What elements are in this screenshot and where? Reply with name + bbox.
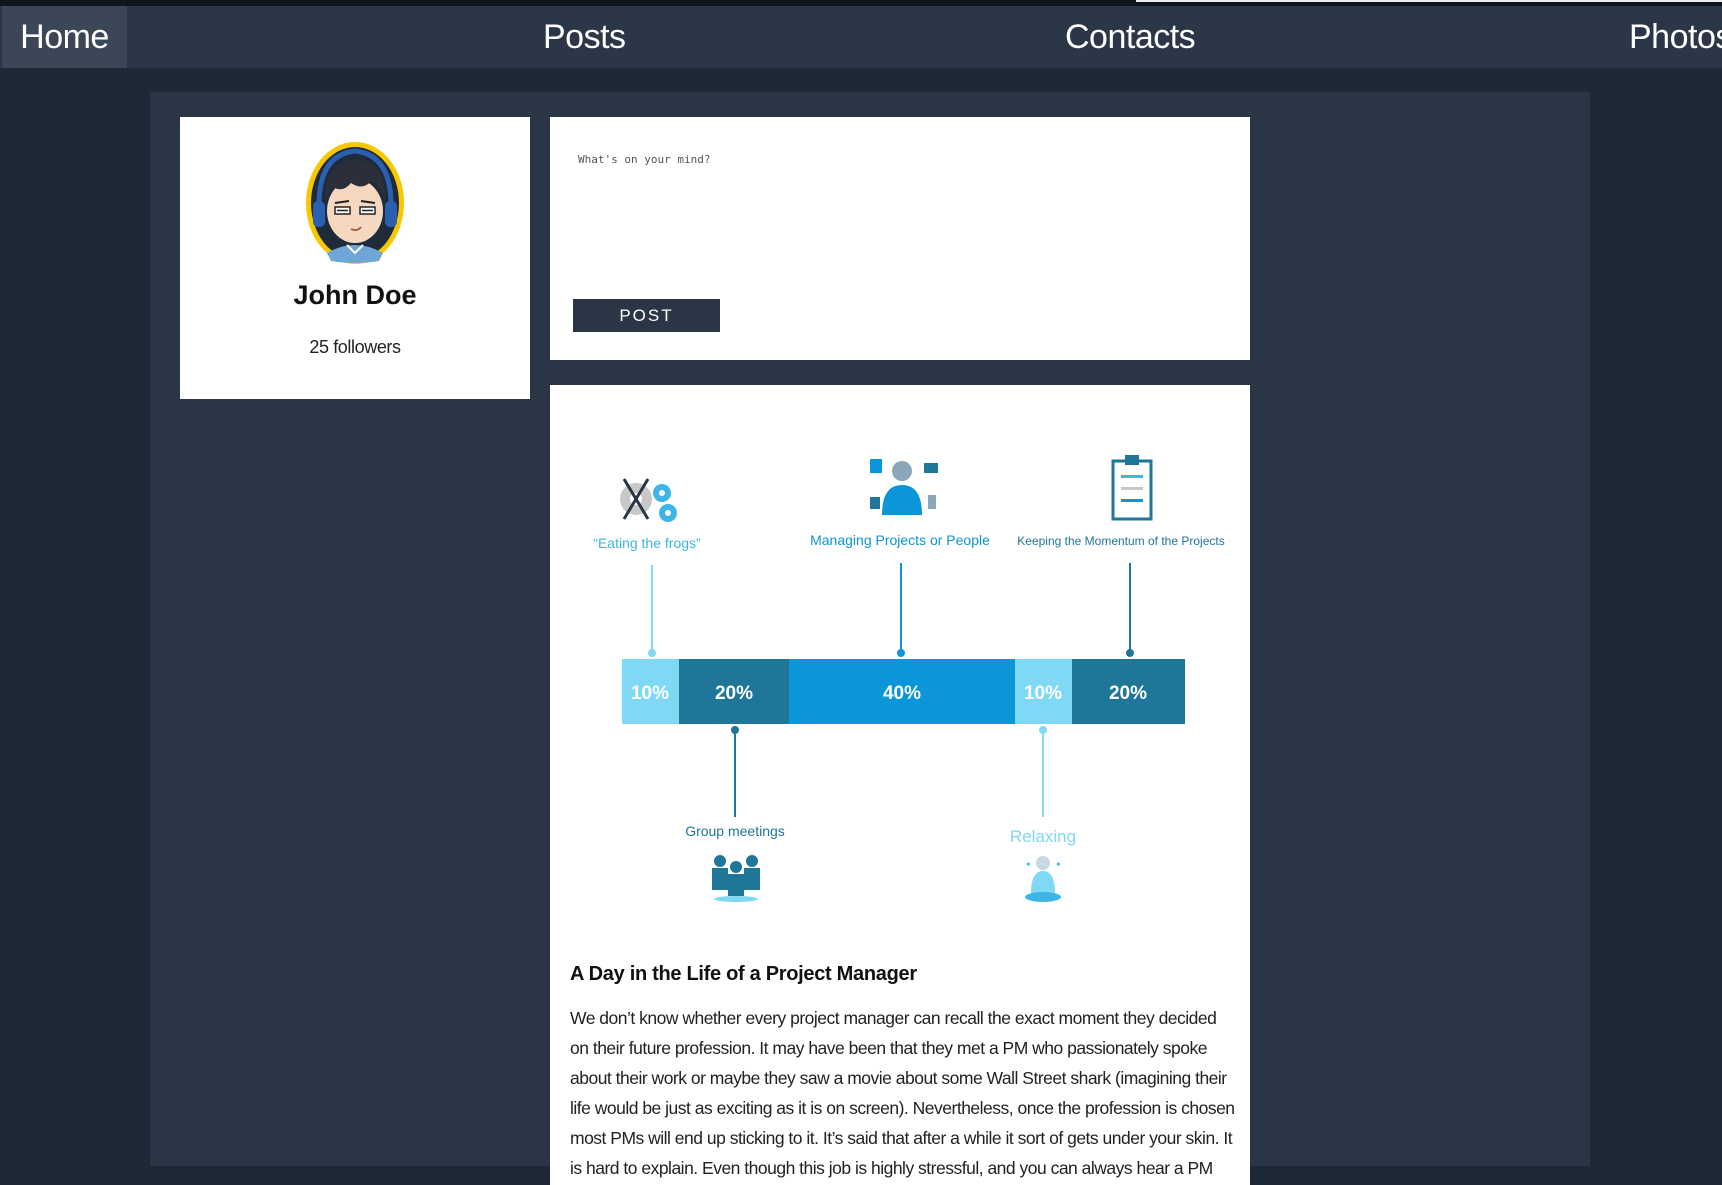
label-relaxing: Relaxing [1010, 827, 1076, 846]
segment-label-1: 10% [631, 683, 669, 704]
nav-item-home[interactable]: Home [2, 6, 127, 68]
segment-label-4: 10% [1024, 683, 1062, 704]
gears-icon [620, 478, 677, 522]
segment-label-5: 20% [1109, 683, 1147, 704]
profile-name: John Doe [293, 280, 417, 310]
label-managing: Managing Projects or People [810, 532, 990, 548]
post-button[interactable]: POST [573, 299, 720, 332]
nav-item-photos[interactable]: Photos [1629, 6, 1722, 68]
meditation-icon: ✦ ✦ [1025, 856, 1062, 902]
nav-item-posts[interactable]: Posts [543, 6, 626, 68]
infographic-image: 10% 20% 40% 10% 20% ✦ ✦ “Eating the frog… [593, 455, 1225, 902]
label-momentum: Keeping the Momentum of the Projects [1017, 534, 1224, 548]
nav-item-contacts[interactable]: Contacts [1065, 6, 1196, 68]
avatar-headphones-icon[interactable] [305, 141, 405, 265]
post-body: We don’t know whether every project mana… [570, 1008, 1235, 1178]
top-strip-highlight [1136, 0, 1722, 2]
followers-count: 25 followers [309, 337, 401, 357]
post-composer: POST [550, 117, 1250, 360]
profile-card: John Doe 25 followers [180, 117, 530, 399]
clipboard-icon [1111, 455, 1153, 521]
segment-label-2: 20% [715, 683, 753, 704]
top-navbar: Home Posts Contacts Photos [0, 6, 1722, 68]
label-group-meetings: Group meetings [685, 823, 785, 839]
status-input[interactable] [578, 153, 1218, 273]
label-eating-frogs: “Eating the frogs” [593, 535, 701, 551]
manager-icon [870, 459, 938, 515]
group-icon [712, 855, 760, 902]
post-card: 10% 20% 40% 10% 20% ✦ ✦ “Eating the frog… [550, 385, 1250, 1185]
svg-text:✦: ✦ [1025, 860, 1032, 869]
svg-text:✦: ✦ [1055, 860, 1062, 869]
segment-label-3: 40% [883, 683, 921, 704]
post-title: A Day in the Life of a Project Manager [570, 963, 917, 985]
